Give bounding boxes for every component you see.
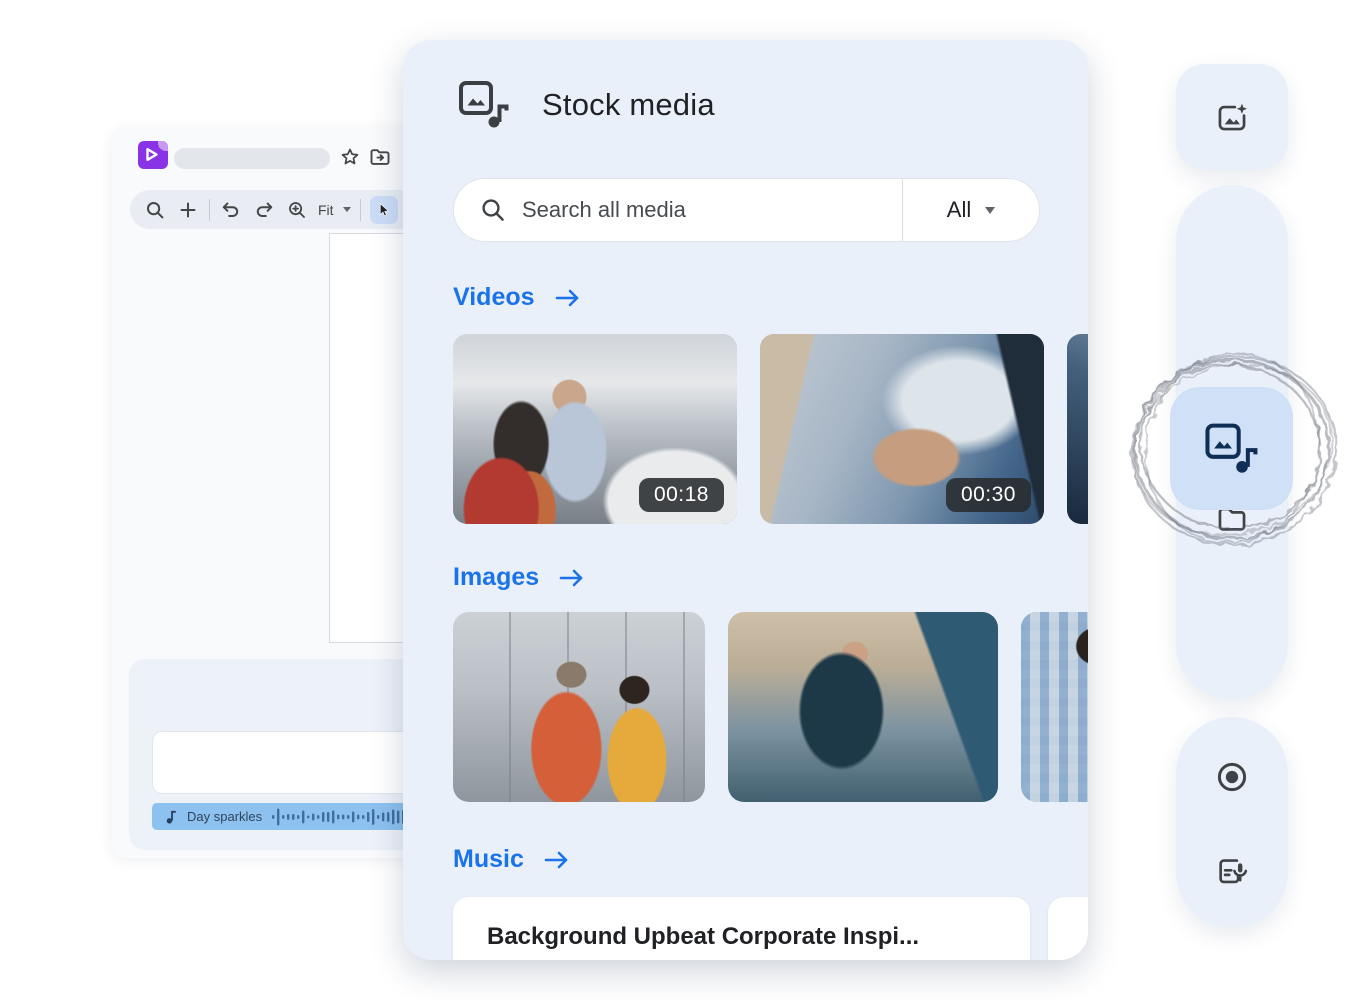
teleprompter-icon[interactable] [1208,847,1256,895]
vids-logo[interactable] [138,141,168,169]
music-row: Background Upbeat Corporate Inspi... [453,897,1088,960]
vids-logo-fold [158,141,168,151]
music-section-link[interactable]: Music [453,845,571,874]
arrow-right-icon [555,289,578,306]
filter-caret-icon [985,206,996,214]
add-icon[interactable] [176,198,200,222]
document-title-field[interactable] [174,148,330,169]
images-label: Images [453,563,540,591]
music-note-icon [166,810,176,823]
zoom-in-icon[interactable] [285,198,309,222]
filter-value: All [946,197,972,222]
select-cursor-button[interactable] [369,195,398,224]
image-preview-office-pair [453,612,705,802]
stock-media-tool-selected[interactable] [1170,387,1293,510]
images-section-link[interactable]: Images [453,563,586,592]
images-row [453,612,1088,802]
music-track-card-partial[interactable] [1048,897,1088,960]
music-track-card[interactable]: Background Upbeat Corporate Inspi... [453,897,1030,960]
star-icon[interactable] [338,145,362,169]
stock-media-icon [1204,423,1257,473]
search-bar: All [453,178,1040,242]
video-preview-partial [1067,334,1088,524]
video-thumbnail[interactable]: 00:18 [453,334,737,524]
video-thumbnail[interactable] [1067,334,1088,524]
image-preview-partial [1021,612,1088,802]
redo-icon[interactable] [252,198,276,222]
search-icon[interactable] [143,198,167,222]
videos-row: 00:18 00:30 [453,334,1088,524]
image-thumbnail[interactable] [1021,612,1088,802]
panel-title: Stock media [542,87,715,122]
video-thumbnail[interactable]: 00:30 [760,334,1044,524]
ai-image-icon[interactable] [1208,93,1256,141]
screenshot-root: Fit Day sparkles Stock media Search all … [0,0,1368,1000]
music-track-title: Background Upbeat Corporate Inspi... [487,923,920,950]
panel-header: Stock media [458,80,715,130]
image-thumbnail[interactable] [728,612,998,802]
audio-track-title: Day sparkles [187,809,263,824]
move-folder-icon[interactable] [368,145,392,169]
videos-label: Videos [453,283,535,311]
stock-media-icon [459,81,509,128]
rail-group-top [1176,64,1288,170]
undo-icon[interactable] [219,198,243,222]
play-glyph [146,148,158,161]
music-label: Music [453,845,524,873]
record-icon[interactable] [1208,753,1256,801]
arrow-right-icon [544,851,568,868]
image-preview-meeting-handshake [728,612,998,802]
image-thumbnail[interactable] [453,612,705,802]
search-icon [482,199,504,221]
toolbar-divider [209,198,210,221]
toolbar-divider [359,198,361,221]
video-duration-badge: 00:18 [638,478,724,512]
zoom-fit-label[interactable]: Fit [318,202,334,218]
editor-toolbar: Fit [130,190,422,229]
fit-dropdown-caret[interactable] [342,207,351,212]
videos-section-link[interactable]: Videos [453,283,582,312]
media-type-filter[interactable]: All [902,179,1039,241]
video-duration-badge: 00:30 [945,478,1031,512]
search-input[interactable] [506,197,902,223]
stock-media-panel: Stock media All Videos 00:18 [403,40,1088,960]
arrow-right-icon [559,569,583,586]
rail-group-bottom [1176,717,1288,928]
